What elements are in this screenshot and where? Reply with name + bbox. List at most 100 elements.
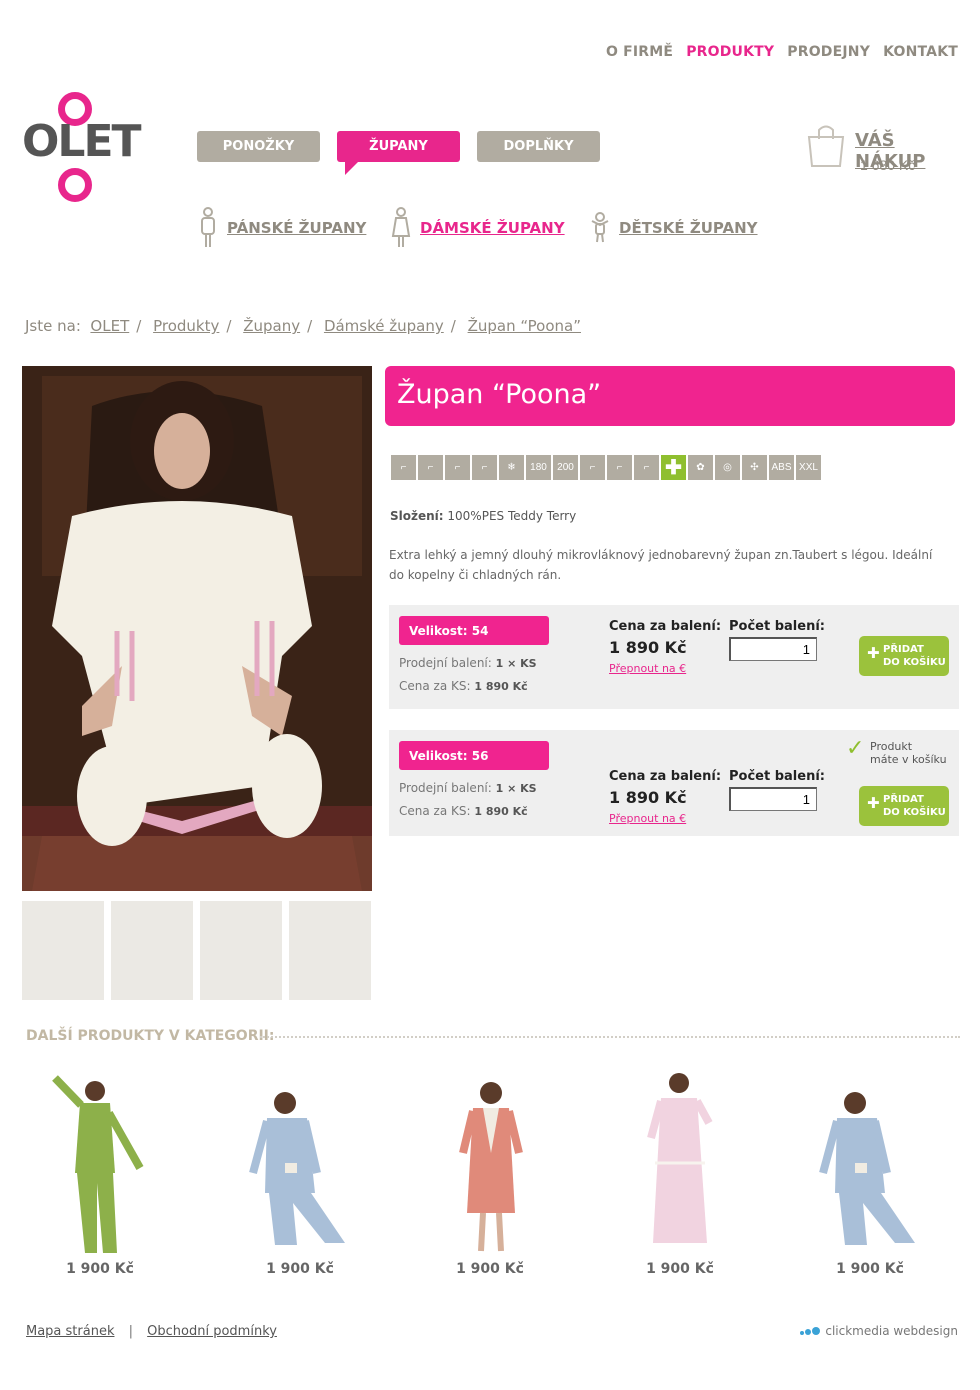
product-image [249,1092,345,1245]
sub-mens-bathrobes[interactable]: PÁNSKÉ ŽUPANY [197,207,366,249]
top-menu-stores[interactable]: PRODEJNY [787,44,870,60]
thumbnail[interactable] [22,901,104,1000]
xxl-icon: XXL [796,455,821,480]
related-heading: DALŠÍ PRODUKTY V KATEGORII: [26,1028,275,1044]
top-menu-about[interactable]: O FIRMĚ [606,44,673,60]
related-product[interactable]: 1 900 Kč [810,1068,930,1277]
quantity-label: Počet balení: [729,769,825,784]
woman-icon [391,207,411,247]
breadcrumb-prefix: Jste na: [25,317,81,335]
sock-icon: ⌐ [472,455,497,480]
footer-sitemap-link[interactable]: Mapa stránek [26,1324,114,1339]
footer-terms-link[interactable]: Obchodní podmínky [147,1324,277,1339]
olet-logo[interactable]: OLET [22,92,147,204]
quantity-label: Počet balení: [729,619,825,634]
product-image [52,1075,144,1253]
thumbnail[interactable] [200,901,282,1000]
breadcrumb-bathrobes[interactable]: Župany [243,317,300,335]
product-title: Župan “Poona” [385,366,955,426]
product-price: 1 900 Kč [456,1261,524,1277]
sock-icon: ⌐ [634,455,659,480]
pack-line: Prodejní balení: 1 × KS [399,781,537,795]
related-product[interactable]: 1 900 Kč [620,1068,740,1277]
size-badge: Velikost: 56 [399,741,549,770]
price-value: 1 890 Kč [609,638,687,657]
checkmark-icon: ✓ [846,736,865,761]
plus-icon: ✚ [867,644,880,662]
sock-icon: ⌐ [418,455,443,480]
top-menu-contact[interactable]: KONTAKT [883,44,958,60]
tab-bathrobes[interactable]: ŽUPANY [337,131,460,175]
price-value: 1 890 Kč [609,788,687,807]
product-image [459,1082,523,1252]
200-icon: 200 [553,455,578,480]
unit-price-line: Cena za KS: 1 890 Kč [399,679,528,693]
product-description: Extra lehký a jemný dlouhý mikrovláknový… [389,548,933,582]
top-menu: O FIRMĚ PRODUKTY PRODEJNY KONTAKT [606,44,958,60]
sub-kids-label: DĚTSKÉ ŽUPANY [619,219,758,237]
cotton-icon: ✿ [688,455,713,480]
quantity-input[interactable] [729,787,817,811]
breadcrumb-womens[interactable]: Dámské župany [324,317,444,335]
sock-icon: ⌐ [607,455,632,480]
tab-socks[interactable]: PONOŽKY [197,131,320,162]
product-price: 1 900 Kč [66,1261,134,1277]
sock-icon: ⌐ [391,455,416,480]
sub-womens-label: DÁMSKÉ ŽUPANY [420,219,565,237]
arrows-icon: ✣ [742,455,767,480]
price-label: Cena za balení: [609,769,722,784]
related-product[interactable]: 1 900 Kč [240,1068,360,1277]
credit[interactable]: clickmedia webdesign [800,1324,958,1338]
top-menu-products[interactable]: PRODUKTY [686,44,774,60]
pack-line: Prodejní balení: 1 × KS [399,656,537,670]
product-price: 1 900 Kč [266,1261,334,1277]
sock-icon: ⌐ [580,455,605,480]
credit-text: clickmedia webdesign [825,1324,958,1338]
product-price: 1 900 Kč [836,1261,904,1277]
add-to-cart-button[interactable]: ✚ PŘIDAT DO KOŠÍKU [859,786,949,826]
thumbnail[interactable] [111,901,193,1000]
related-product[interactable]: 1 900 Kč [430,1068,550,1277]
price-label: Cena za balení: [609,619,722,634]
breadcrumb-olet[interactable]: OLET [90,317,129,335]
variant-box: Velikost: 56 Prodejní balení: 1 × KS Cen… [389,730,959,836]
photo-thumbnails [22,901,371,1000]
breadcrumb-products[interactable]: Produkty [153,317,219,335]
footer-links: Mapa stránek | Obchodní podmínky [26,1324,277,1339]
size-badge: Velikost: 54 [399,616,549,645]
switch-currency-link[interactable]: Přepnout na € [609,812,686,825]
cart-total: 1 680 Kč [860,157,916,173]
product-image [647,1073,713,1243]
sub-mens-label: PÁNSKÉ ŽUPANY [227,219,367,237]
add-to-cart-button[interactable]: ✚ PŘIDAT DO KOŠÍKU [859,636,949,676]
variant-box: Velikost: 54 Prodejní balení: 1 × KS Cen… [389,605,959,709]
thumbnail[interactable] [289,901,371,1000]
breadcrumb-current[interactable]: Župan “Poona” [468,317,581,335]
logo-text: OLET [22,116,142,167]
180-icon: 180 [526,455,551,480]
composition: Složení: 100%PES Teddy Terry [390,509,576,523]
product-photo[interactable] [22,366,372,891]
man-icon [201,207,215,247]
tab-accessories[interactable]: DOPLŇKY [477,131,600,162]
breadcrumb: Jste na: OLET / Produkty / Župany / Dámské … [25,317,581,335]
quantity-input[interactable] [729,637,817,661]
sock-icon: ⌐ [445,455,470,480]
snowflake-icon: ❄ [499,455,524,480]
composition-value: 100%PES Teddy Terry [447,509,577,523]
category-tabs: PONOŽKY ŽUPANY DOPLŇKY [197,131,600,175]
sub-kids-bathrobes[interactable]: DĚTSKÉ ŽUPANY [589,207,758,249]
switch-currency-link[interactable]: Přepnout na € [609,662,686,675]
woman-in-poncho-image [22,366,372,891]
product-image [819,1092,915,1245]
cart-summary[interactable]: VÁŠ NÁKUP 1 680 Kč [806,117,966,173]
abs-icon: ABS [769,455,794,480]
unit-price-line: Cena za KS: 1 890 Kč [399,804,528,818]
child-icon [591,212,609,243]
composition-label: Složení: [390,509,444,523]
feature-icons: ⌐ ⌐ ⌐ ⌐ ❄ 180 200 ⌐ ⌐ ⌐ ✚ ✿ ◎ ✣ ABS XXL [391,455,821,480]
sub-womens-bathrobes[interactable]: DÁMSKÉ ŽUPANY [390,207,565,249]
related-product[interactable]: 1 900 Kč [40,1068,160,1277]
shopping-bag-icon [807,125,845,167]
product-price: 1 900 Kč [646,1261,714,1277]
